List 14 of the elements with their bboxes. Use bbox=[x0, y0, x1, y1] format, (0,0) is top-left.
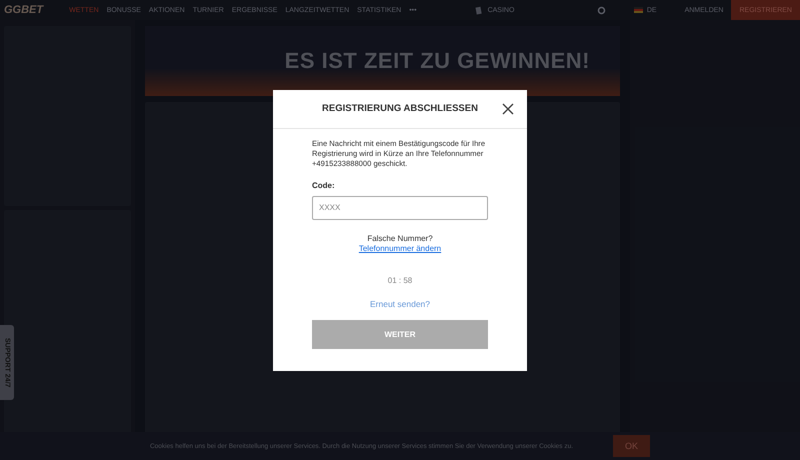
code-label: Code: bbox=[312, 180, 336, 190]
code-input[interactable]: XXXX bbox=[312, 196, 488, 220]
resend-link[interactable]: Erneut senden? bbox=[370, 298, 430, 308]
close-icon[interactable] bbox=[501, 102, 515, 116]
banner-headline: ES IST ZEIT ZU GEWINNEN! bbox=[284, 48, 590, 74]
cards-icon bbox=[474, 6, 484, 14]
dialog-title: REGISTRIERUNG ABSCHLIESSEN bbox=[322, 103, 478, 114]
promo-banner[interactable]: ES IST ZEIT ZU GEWINNEN! bbox=[145, 26, 620, 96]
logo[interactable]: GGBET bbox=[4, 4, 44, 16]
wrong-number-text: Falsche Nummer? bbox=[366, 234, 434, 242]
countdown-timer: 01 : 58 bbox=[386, 276, 414, 284]
change-number-link[interactable]: Telefonnummer ändern bbox=[358, 244, 442, 252]
settings-icon[interactable] bbox=[596, 6, 606, 14]
flag-icon bbox=[634, 7, 643, 13]
